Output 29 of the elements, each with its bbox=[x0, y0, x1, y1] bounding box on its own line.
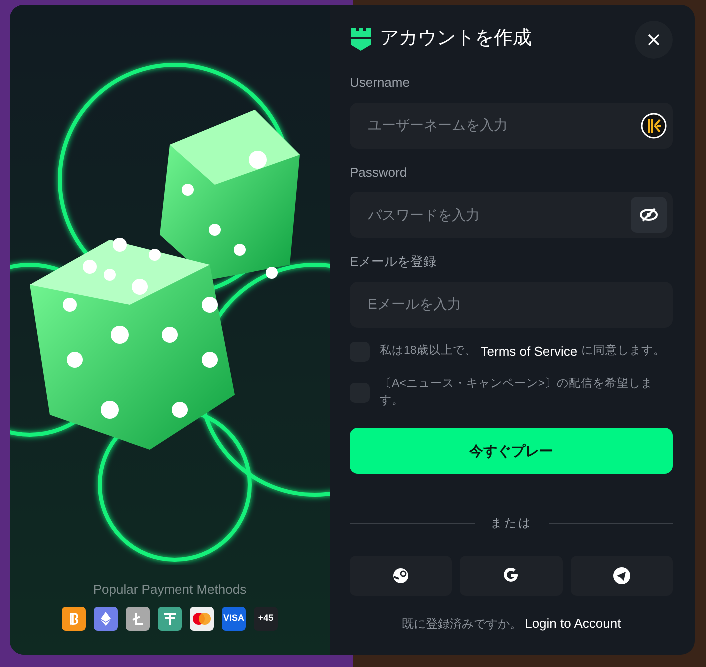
telegram-icon bbox=[612, 567, 631, 585]
divider-label: または bbox=[490, 515, 532, 532]
field-label: Eメールを登録 bbox=[350, 253, 438, 271]
castle-logo-icon bbox=[350, 27, 372, 52]
login-prompt: 既に登録済みですか。 bbox=[402, 617, 522, 631]
field-label: Password bbox=[350, 164, 408, 182]
google-login-button[interactable] bbox=[460, 556, 563, 596]
payment-methods-title: Popular Payment Methods bbox=[93, 580, 247, 599]
consent-text: に同意します。 bbox=[582, 344, 666, 359]
dialog-title: アカウントを作成 bbox=[380, 27, 532, 51]
text-input[interactable]: パスワードを入力 bbox=[366, 192, 631, 238]
visa-logo: VISA bbox=[222, 607, 246, 631]
close-button[interactable] bbox=[635, 21, 673, 59]
terms-link[interactable]: Terms of Service bbox=[480, 342, 578, 362]
steam-login-button[interactable] bbox=[350, 556, 452, 596]
login-link[interactable]: Login to Account bbox=[525, 616, 622, 631]
show-password-button[interactable] bbox=[631, 197, 667, 233]
close-icon bbox=[648, 34, 660, 46]
newsletter-text: 〔A<ニュース・キャンペーン>〕の配信を希望します。 bbox=[380, 376, 654, 409]
password-manager-icon bbox=[641, 112, 667, 138]
play-now-button[interactable]: 今すぐプレー bbox=[350, 428, 673, 474]
field-label: Username bbox=[350, 74, 411, 92]
eye-slash-icon bbox=[640, 208, 658, 222]
google-icon bbox=[502, 567, 520, 585]
input-field[interactable]: パスワードを入力 bbox=[350, 192, 673, 238]
telegram-login-button[interactable] bbox=[570, 556, 673, 596]
consent-text: 私は18歳以上で、 bbox=[380, 344, 477, 359]
more-methods-label: +45 bbox=[254, 607, 278, 631]
steam-icon bbox=[393, 568, 410, 584]
